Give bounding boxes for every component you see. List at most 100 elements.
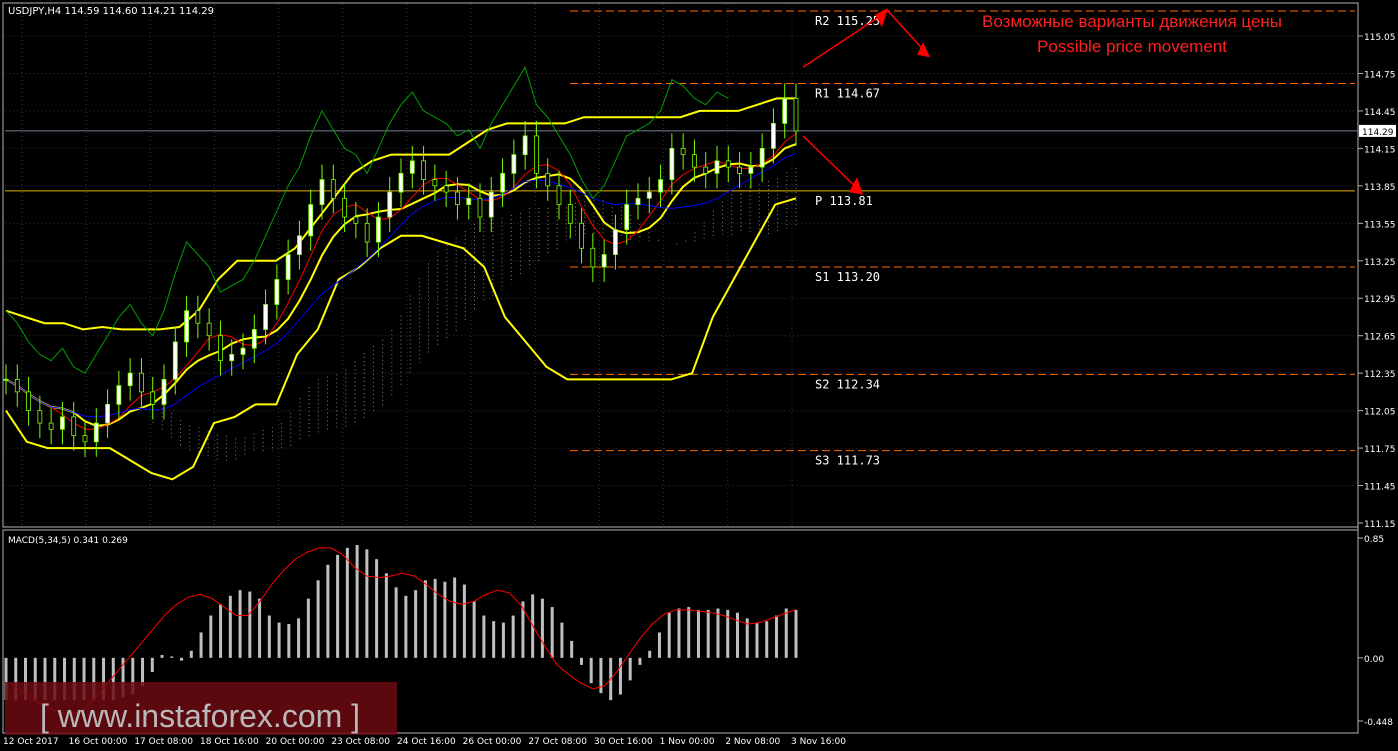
candle-body: [93, 422, 99, 443]
candle-body: [330, 179, 336, 199]
candle-body: [105, 403, 110, 424]
candle-body: [319, 179, 325, 205]
level-label-p: P 113.81: [815, 194, 873, 208]
macd-bar: [696, 609, 700, 658]
macd-bar: [492, 621, 496, 658]
candle-body: [3, 378, 9, 381]
y-tick-label: 114.15: [1364, 145, 1396, 155]
candle-body: [624, 204, 630, 230]
macd-bar: [765, 621, 769, 658]
candle-body: [748, 166, 754, 174]
x-tick-label: 26 Oct 00:00: [463, 737, 522, 747]
level-label-r2: R2 115.25: [815, 14, 880, 28]
watermark-text: [ www.instaforex.com ]: [40, 698, 360, 734]
y-tick-label: 111.75: [1364, 445, 1396, 455]
macd-bar: [326, 564, 330, 658]
level-label-s2: S2 112.34: [815, 377, 880, 391]
macd-bar: [375, 559, 379, 658]
candle-body: [714, 160, 720, 174]
macd-bar: [423, 580, 427, 658]
y-tick-label: 115.05: [1364, 33, 1396, 43]
x-tick-label: 20 Oct 00:00: [266, 737, 325, 747]
macd-bar: [170, 656, 174, 658]
current-price-label: 114.29: [1362, 128, 1394, 138]
candle-body: [703, 166, 709, 174]
macd-y-tick-label: 0.00: [1364, 655, 1384, 665]
y-tick-label: 114.45: [1364, 108, 1396, 118]
y-tick-label: 112.95: [1364, 295, 1396, 305]
macd-bar: [784, 608, 788, 658]
candle-body: [613, 229, 618, 255]
candle-body: [771, 123, 776, 149]
candle-body: [500, 172, 505, 193]
candle-body: [116, 385, 122, 405]
x-tick-label: 27 Oct 08:00: [528, 737, 587, 747]
macd-bar: [482, 615, 486, 658]
candle-body: [567, 204, 573, 224]
candle-body: [14, 378, 20, 393]
candle-body: [646, 191, 652, 199]
candle-body: [421, 160, 426, 181]
candle-body: [195, 310, 201, 324]
level-label-s1: S1 113.20: [815, 270, 880, 284]
y-tick-label: 111.15: [1364, 520, 1396, 530]
macd-bar: [735, 612, 739, 658]
x-tick-label: 30 Oct 16:00: [594, 737, 653, 747]
macd-bar: [277, 622, 281, 658]
macd-bar: [238, 590, 242, 658]
candle-body: [534, 135, 539, 174]
candle-body: [297, 235, 302, 255]
x-tick-label: 2 Nov 08:00: [725, 737, 780, 747]
candle-body: [263, 304, 268, 330]
macd-bar: [599, 657, 603, 694]
x-tick-label: 17 Oct 08:00: [134, 737, 193, 747]
macd-bar: [706, 609, 710, 658]
macd-bar: [648, 650, 652, 658]
candle-body: [71, 416, 77, 436]
annotation-en: Possible price movement: [1037, 37, 1227, 56]
candle-body: [793, 98, 799, 132]
candle-body: [556, 185, 562, 205]
candle-body: [737, 166, 742, 174]
candle-body: [669, 147, 675, 181]
macd-bar: [267, 615, 271, 658]
candle-body: [443, 185, 449, 193]
candle-body: [274, 279, 280, 305]
y-tick-label: 112.65: [1364, 333, 1396, 343]
candle-body: [432, 179, 438, 187]
candle-body: [466, 197, 472, 205]
annotation-ru: Возможные варианты движения цены: [982, 12, 1282, 31]
candle-body: [229, 354, 235, 362]
macd-bar: [667, 612, 671, 658]
candle-body: [398, 172, 404, 193]
macd-bar: [462, 584, 466, 658]
macd-bar: [560, 622, 564, 658]
candle-body: [139, 372, 144, 393]
y-tick-label: 111.45: [1364, 483, 1396, 493]
candle-body: [353, 216, 359, 224]
macd-bar: [774, 615, 778, 658]
macd-bar: [579, 657, 583, 665]
candle-body: [387, 191, 393, 218]
y-tick-label: 112.05: [1364, 408, 1396, 418]
candle-body: [82, 435, 88, 443]
candle-body: [184, 310, 189, 343]
candle-body: [522, 135, 528, 156]
x-tick-label: 23 Oct 08:00: [331, 737, 390, 747]
macd-label: MACD(5,34,5) 0.341 0.269: [8, 536, 128, 546]
candle-body: [601, 254, 607, 268]
y-tick-label: 113.85: [1364, 183, 1396, 193]
macd-bar: [219, 604, 223, 658]
macd-bar: [414, 590, 418, 658]
candle-body: [680, 147, 686, 156]
x-tick-label: 12 Oct 2017: [3, 737, 59, 747]
chart-canvas: R2 115.25 R1 114.67 P 113.81 S1 113.20 S2 11…: [0, 0, 1398, 751]
candle-body: [488, 191, 494, 218]
macd-bar: [794, 609, 798, 658]
candle-body: [658, 179, 663, 193]
x-tick-label: 3 Nov 16:00: [791, 737, 846, 747]
x-tick-label: 24 Oct 16:00: [397, 737, 456, 747]
candle-body: [782, 98, 788, 124]
candle-body: [635, 197, 641, 205]
macd-bar: [248, 591, 252, 658]
